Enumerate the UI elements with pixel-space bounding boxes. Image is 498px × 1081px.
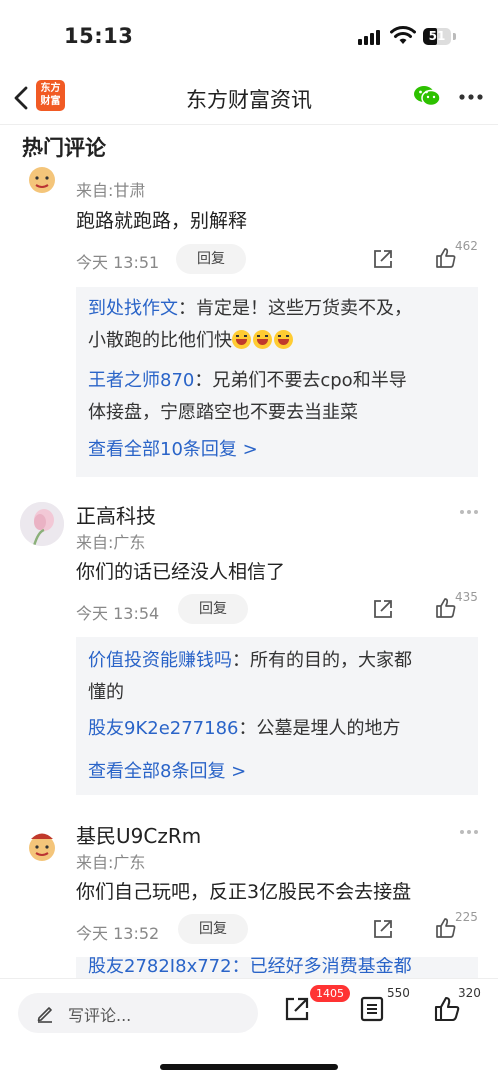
like-count: 225 [455, 910, 478, 924]
like-icon[interactable] [433, 995, 461, 1023]
like-total-count: 320 [458, 986, 481, 1000]
reply-author[interactable]: 到处找作文 [88, 298, 178, 319]
reply-line: 股友9K2e277186：公墓是埋人的地方 [88, 713, 468, 745]
wechat-icon[interactable] [413, 84, 441, 108]
share-icon[interactable] [372, 598, 394, 620]
comment-location: 来自:广东 [76, 533, 146, 552]
avatar[interactable] [20, 822, 64, 866]
home-indicator [160, 1064, 338, 1070]
comment-list-icon[interactable] [358, 995, 386, 1023]
reply-line: 价值投资能赚钱吗：所有的目的，大家都 懂的 [88, 645, 468, 709]
share-icon[interactable] [372, 918, 394, 940]
view-all-replies-link[interactable]: 查看全部8条回复 > [88, 757, 246, 783]
comment-username[interactable]: 正高科技 [76, 500, 156, 529]
view-all-replies-link[interactable]: 查看全部10条回复 > [88, 435, 258, 461]
reply-text: 所有的目的，大家都 [250, 650, 412, 671]
reply-text-cont: 懂的 [88, 682, 124, 703]
battery-tip [453, 33, 456, 40]
battery-percent: 51 [428, 29, 446, 43]
more-options-icon[interactable] [458, 510, 480, 516]
comment-text: 你们自己玩吧，反正3亿股民不会去接盘 [76, 881, 412, 903]
reply-line: 王者之师870：兄弟们不要去cpo和半导 体接盘，宁愿踏空也不要去当韭菜 [88, 365, 468, 429]
like-count: 435 [455, 590, 478, 604]
reply-box[interactable]: 股友2782I8x772：已经好多消费基金都 [76, 957, 478, 978]
comment-item: 来自:甘肃 跑路就跑路，别解释 今天 13:51 回复 462 到处找作文：肯定… [0, 150, 498, 480]
reply-button[interactable]: 回复 [178, 914, 248, 944]
reply-author[interactable]: 股友9K2e277186 [88, 718, 239, 739]
nav-bar: 东方财富 东方财富资讯 [0, 72, 498, 125]
comment-input-placeholder: 写评论... [68, 1006, 132, 1025]
battery-icon: 51 [423, 28, 451, 45]
share-icon[interactable] [283, 995, 311, 1023]
more-options-icon[interactable] [458, 830, 480, 836]
comment-count: 550 [387, 986, 410, 1000]
reply-text-cont: 小散跑的比他们快 [88, 330, 232, 351]
comment-location: 来自:甘肃 [76, 181, 146, 200]
reply-separator: ： [232, 650, 250, 671]
reply-separator: ： [178, 298, 196, 319]
avatar[interactable] [20, 154, 64, 198]
like-count: 462 [455, 239, 478, 253]
comment-time: 今天 13:51 [76, 253, 160, 272]
laugh-emoji-icon [274, 330, 293, 349]
comment-text: 跑路就跑路，别解释 [76, 210, 248, 232]
comment-time: 今天 13:54 [76, 604, 160, 623]
avatar[interactable] [20, 502, 64, 546]
reply-line: 股友2782I8x772：已经好多消费基金都 [88, 957, 412, 977]
comment-location: 来自:广东 [76, 853, 146, 872]
avatar-image [29, 167, 55, 193]
reply-separator: ： [238, 718, 257, 739]
share-icon[interactable] [372, 248, 394, 270]
reply-line: 到处找作文：肯定是！这些万货卖不及， 小散跑的比他们快 [88, 293, 468, 357]
status-time: 15:13 [64, 24, 134, 48]
reply-box[interactable]: 到处找作文：肯定是！这些万货卖不及， 小散跑的比他们快 王者之师870：兄弟们不… [76, 287, 478, 477]
signal-icon [358, 29, 382, 45]
more-icon[interactable] [458, 92, 484, 102]
status-bar: 15:13 51 [0, 0, 498, 72]
wifi-icon [390, 26, 416, 44]
reply-author[interactable]: 王者之师870 [88, 370, 194, 391]
comment-item: 正高科技 来自:广东 你们的话已经没人相信了 今天 13:54 回复 435 价… [0, 498, 498, 808]
avatar-image [29, 833, 55, 861]
reply-author[interactable]: 价值投资能赚钱吗 [88, 650, 232, 671]
laugh-emoji-icon [253, 330, 272, 349]
reply-text: 肯定是！这些万货卖不及， [196, 298, 412, 319]
reply-text-cont: 体接盘，宁愿踏空也不要去当韭菜 [88, 402, 358, 423]
reply-box[interactable]: 价值投资能赚钱吗：所有的目的，大家都 懂的 股友9K2e277186：公墓是埋人… [76, 637, 478, 795]
comment-input[interactable]: 写评论... [18, 993, 258, 1033]
pen-icon [37, 1007, 52, 1023]
reply-separator: ： [194, 370, 213, 391]
comment-username[interactable]: 基民U9CzRm [76, 820, 201, 849]
comment-time: 今天 13:52 [76, 924, 160, 943]
reply-button[interactable]: 回复 [178, 594, 248, 624]
comment-item: 基民U9CzRm 来自:广东 你们自己玩吧，反正3亿股民不会去接盘 今天 13:… [0, 818, 498, 978]
reply-button[interactable]: 回复 [176, 244, 246, 274]
avatar-image [20, 502, 64, 546]
share-count-badge: 1405 [310, 985, 350, 1002]
reply-text: 公墓是埋人的地方 [256, 718, 401, 739]
reply-text: 兄弟们不要去cpo和半导 [212, 370, 407, 391]
laugh-emoji-icon [232, 330, 251, 349]
comment-text: 你们的话已经没人相信了 [76, 561, 286, 583]
